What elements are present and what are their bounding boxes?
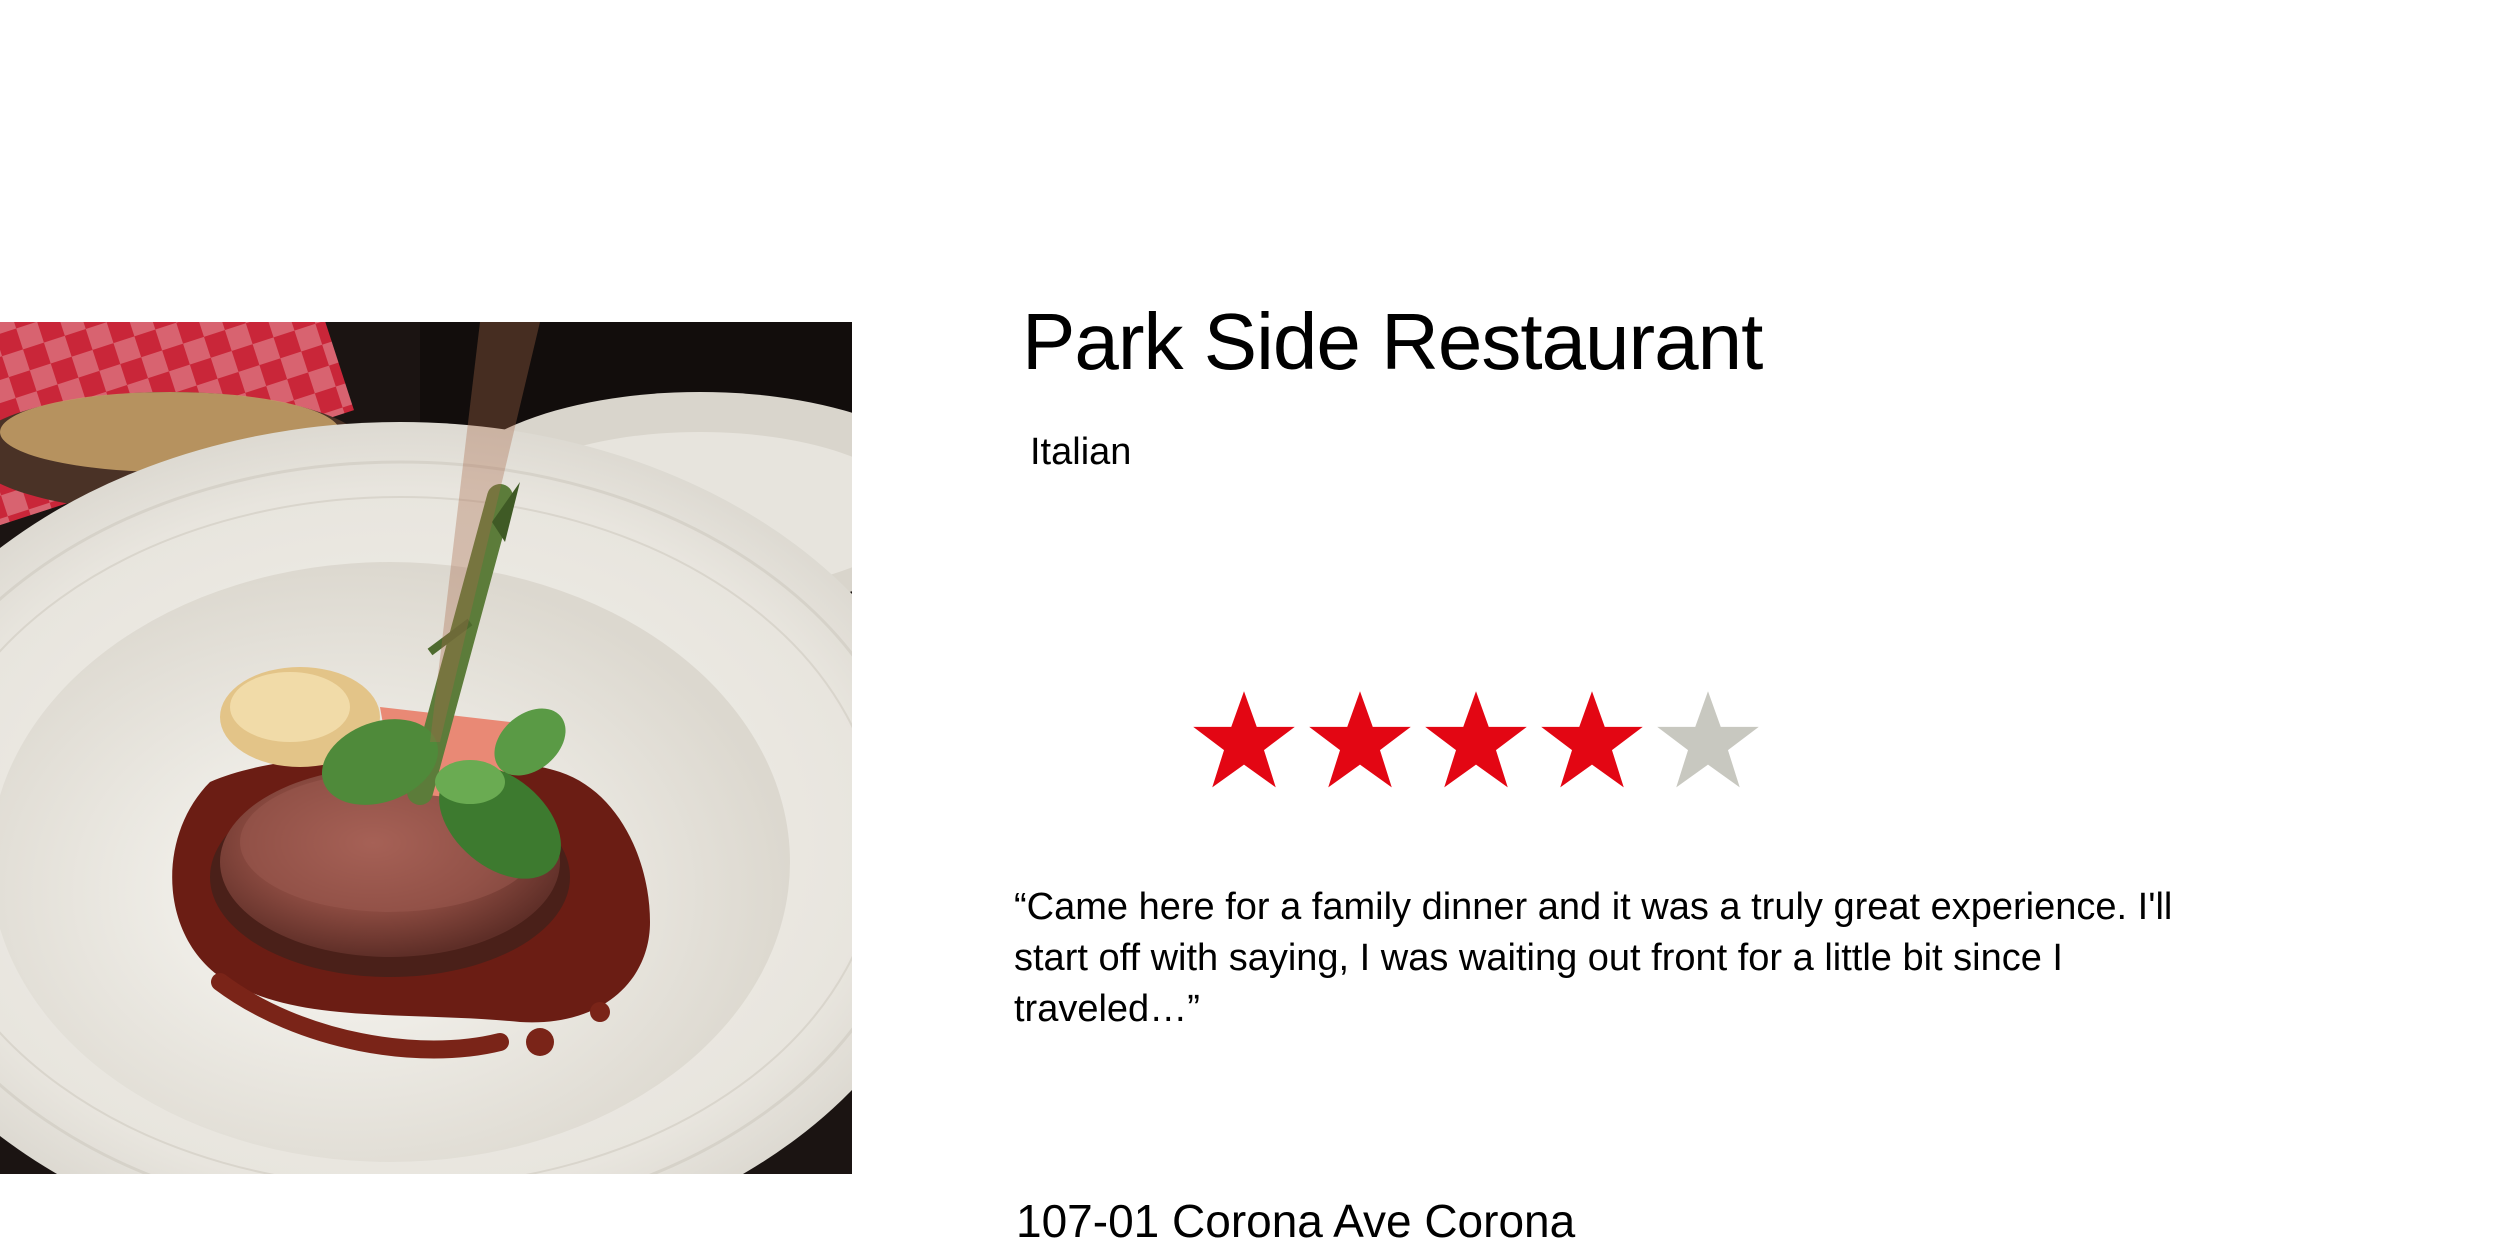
star-rating: [1190, 688, 1762, 796]
restaurant-address: 107-01 Corona Ave Corona: [1016, 1195, 1576, 1247]
cuisine-label: Italian: [1030, 431, 1132, 473]
star-filled-icon: [1541, 691, 1643, 788]
star-filled-icon: [1309, 691, 1411, 788]
restaurant-name: Park Side Restaurant: [1022, 297, 1763, 386]
star-empty-icon: [1657, 691, 1759, 788]
restaurant-photo: [0, 322, 852, 1174]
star-filled-icon: [1193, 691, 1295, 788]
star-filled-icon: [1425, 691, 1527, 788]
review-snippet: “Came here for a family dinner and it wa…: [1014, 886, 2173, 1030]
